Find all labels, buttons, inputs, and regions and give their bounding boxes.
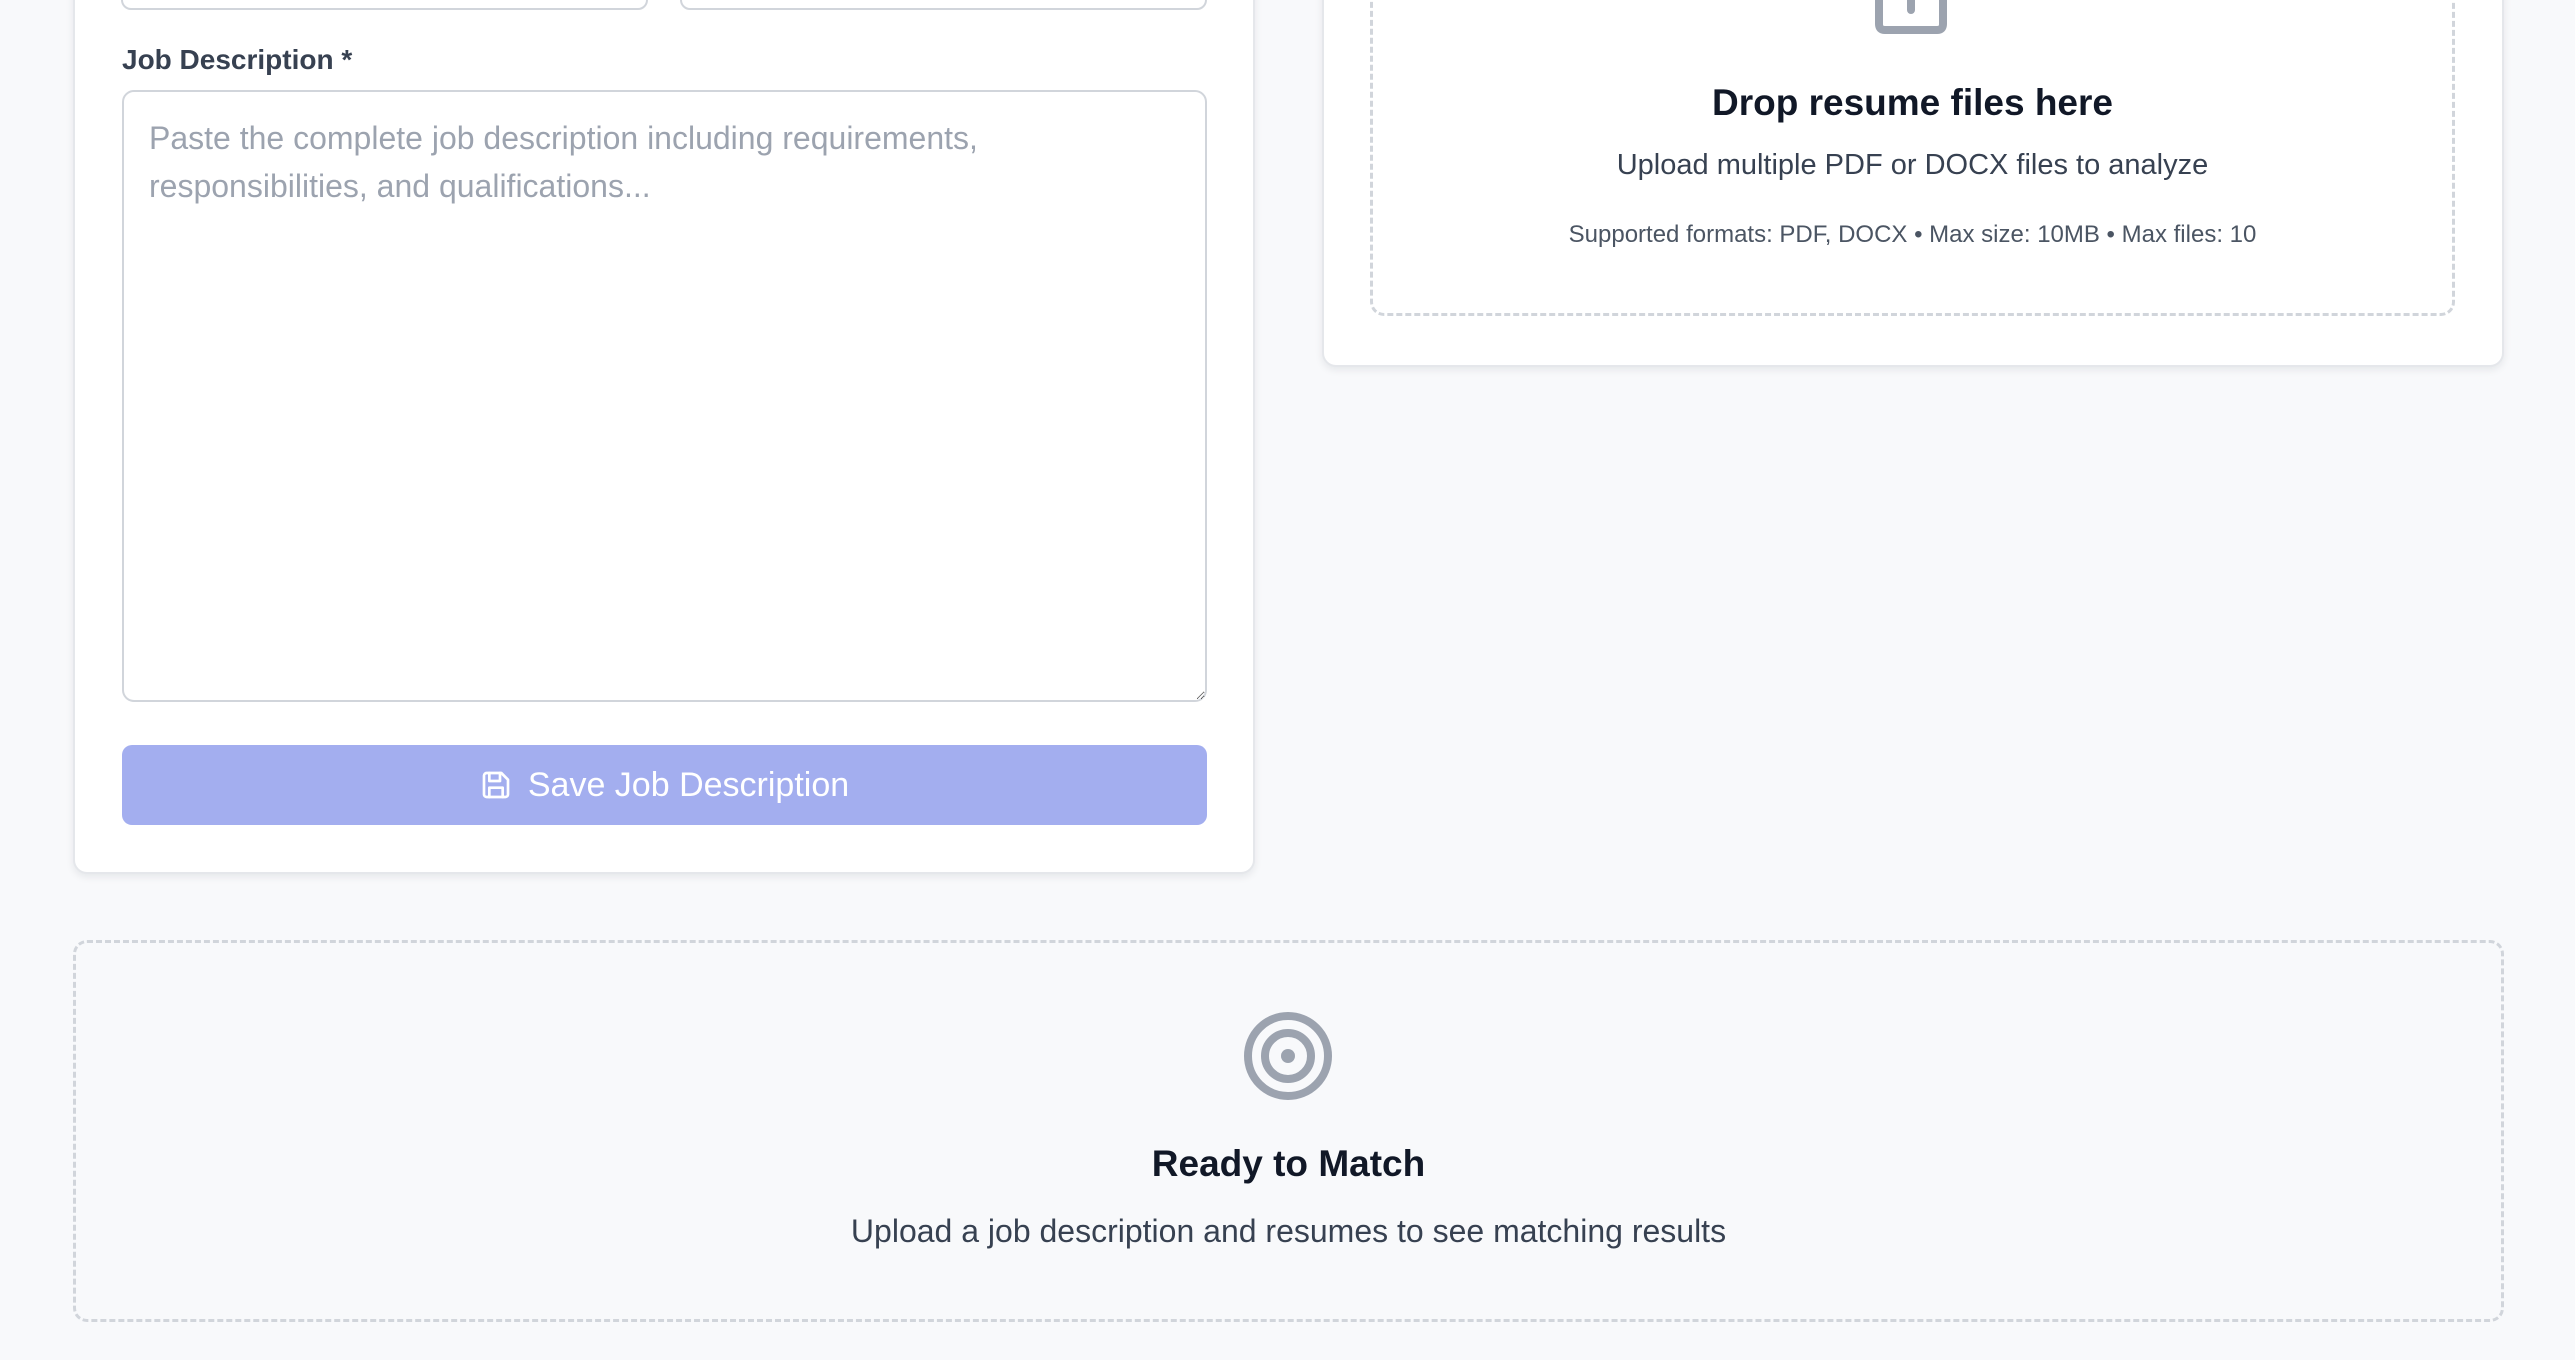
job-description-label: Job Description *	[122, 44, 353, 75]
results-title: Ready to Match	[1151, 1143, 1426, 1184]
dropzone-subtitle: Upload multiple PDF or DOCX files to ana…	[1616, 149, 2209, 181]
save-icon	[480, 769, 512, 801]
results-subtitle: Upload a job description and resumes to …	[850, 1213, 1727, 1249]
job-description-textarea[interactable]	[122, 90, 1207, 702]
save-button-label: Save Job Description	[527, 765, 850, 804]
save-job-description-button[interactable]: Save Job Description	[122, 745, 1207, 825]
dropzone-formats-note: Supported formats: PDF, DOCX • Max size:…	[1568, 221, 2257, 248]
job-title-input[interactable]	[121, 0, 648, 10]
results-placeholder-panel	[73, 940, 2504, 1322]
dropzone-title: Drop resume files here	[1712, 82, 2113, 123]
upload-icon	[1875, 0, 1947, 34]
company-input[interactable]	[680, 0, 1207, 10]
target-icon	[1244, 1012, 1332, 1100]
